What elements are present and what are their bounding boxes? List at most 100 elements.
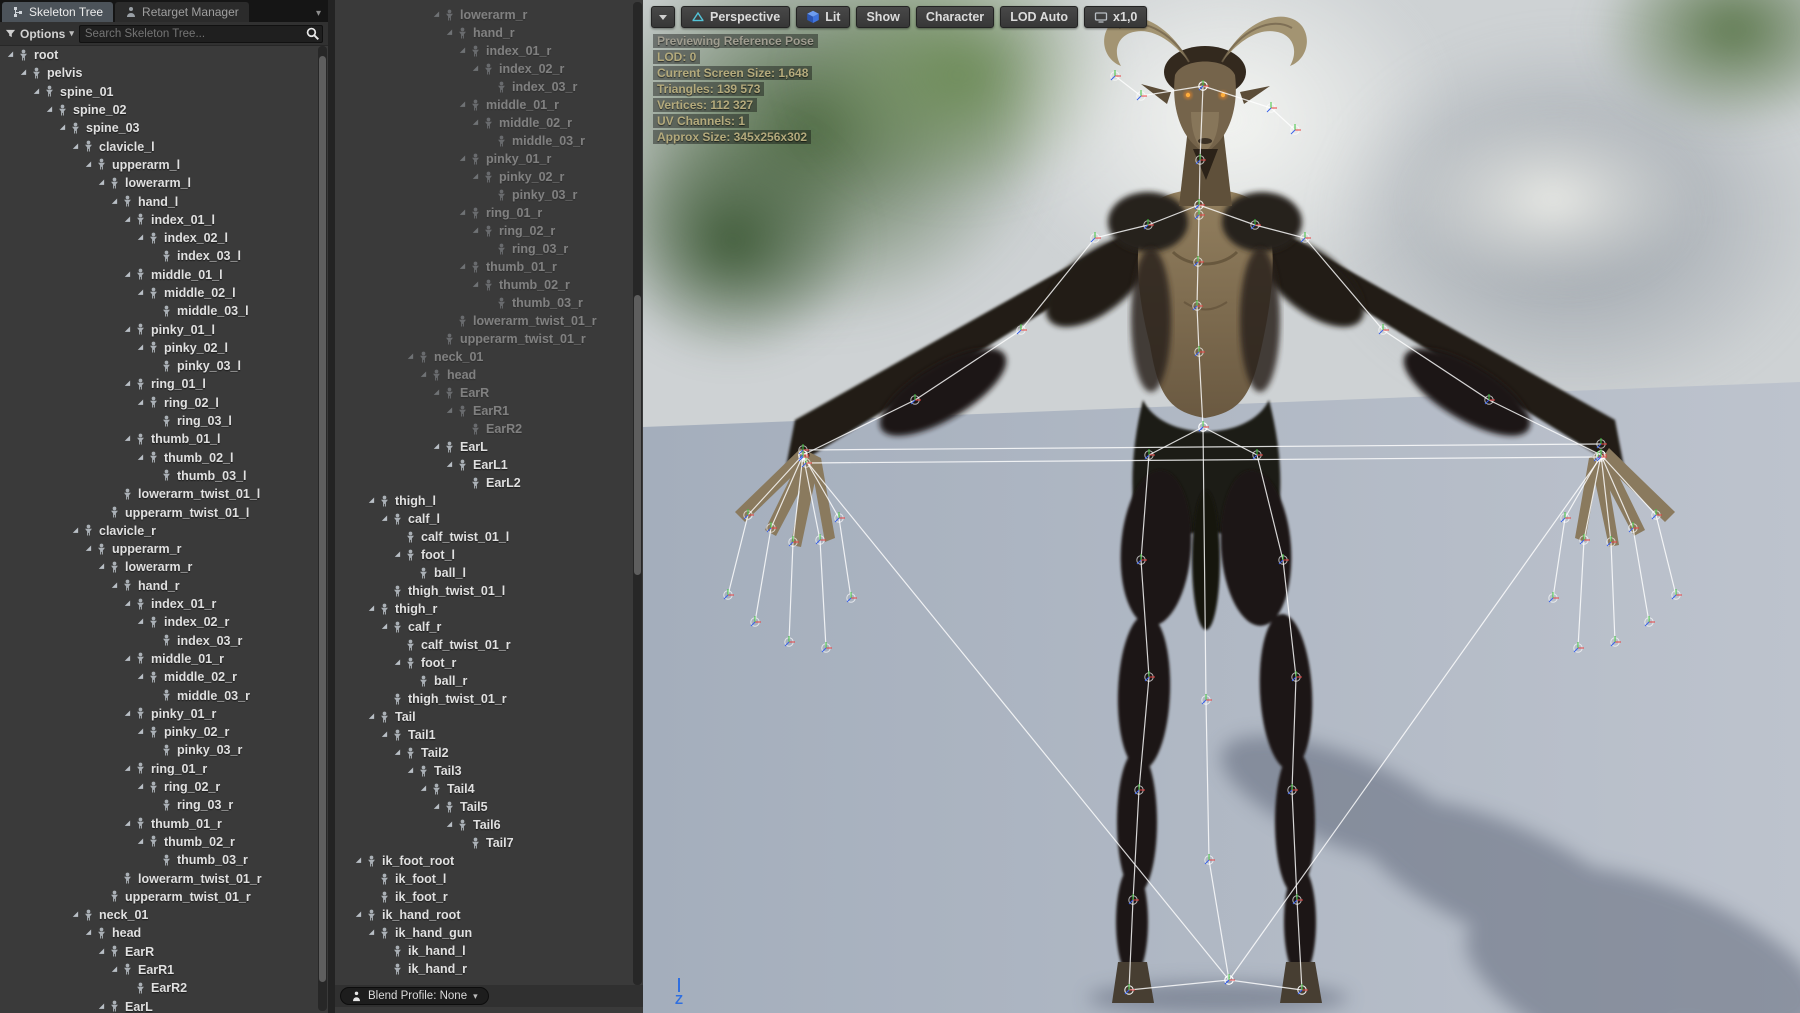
tree-item-ik_foot_r[interactable]: ik_foot_r <box>335 888 632 906</box>
expander-icon[interactable]: ◢ <box>456 100 469 108</box>
tree-item-hand_r[interactable]: ◢hand_r <box>0 577 317 595</box>
tree-item-index_03_r[interactable]: index_03_r <box>335 78 632 96</box>
expander-icon[interactable]: ◢ <box>443 406 456 414</box>
expander-icon[interactable]: ◢ <box>30 87 43 95</box>
tree-item-index_03_r[interactable]: index_03_r <box>0 632 317 650</box>
expander-icon[interactable]: ◢ <box>134 672 147 680</box>
expander-icon[interactable]: ◢ <box>352 856 365 864</box>
tree-item-index_02_r[interactable]: ◢index_02_r <box>335 60 632 78</box>
expander-icon[interactable]: ◢ <box>469 226 482 234</box>
expander-icon[interactable]: ◢ <box>378 622 391 630</box>
tree-item-index_01_r[interactable]: ◢index_01_r <box>0 595 317 613</box>
tree-item-thigh_r[interactable]: ◢thigh_r <box>335 600 632 618</box>
tree-item-ring_03_l[interactable]: ring_03_l <box>0 412 317 430</box>
viewport-x1-0-button[interactable]: x1,0 <box>1084 6 1147 28</box>
tree-item-thigh_twist_01_l[interactable]: thigh_twist_01_l <box>335 582 632 600</box>
expander-icon[interactable]: ◢ <box>417 370 430 378</box>
tree-item-pinky_01_r[interactable]: ◢pinky_01_r <box>0 705 317 723</box>
expander-icon[interactable]: ◢ <box>134 288 147 296</box>
tree-item-ik_hand_r[interactable]: ik_hand_r <box>335 960 632 978</box>
tree-item-index_01_l[interactable]: ◢index_01_l <box>0 211 317 229</box>
tree-item-spine_01[interactable]: ◢spine_01 <box>0 83 317 101</box>
tree-item-thigh_twist_01_r[interactable]: thigh_twist_01_r <box>335 690 632 708</box>
tree-item-thumb_01_r[interactable]: ◢thumb_01_r <box>0 814 317 832</box>
tree-item-middle_03_r[interactable]: middle_03_r <box>0 686 317 704</box>
tree-item-ik_hand_l[interactable]: ik_hand_l <box>335 942 632 960</box>
tree-item-neck_01[interactable]: ◢neck_01 <box>335 348 632 366</box>
expander-icon[interactable]: ◢ <box>108 197 121 205</box>
expander-icon[interactable]: ◢ <box>69 910 82 918</box>
tree-item-Tail1[interactable]: ◢Tail1 <box>335 726 632 744</box>
tree-item-Tail4[interactable]: ◢Tail4 <box>335 780 632 798</box>
tree-item-pinky_03_r[interactable]: pinky_03_r <box>0 741 317 759</box>
tree-item-thumb_03_r[interactable]: thumb_03_r <box>0 851 317 869</box>
tree-item-thumb_03_r[interactable]: thumb_03_r <box>335 294 632 312</box>
tab-retarget-manager[interactable]: Retarget Manager <box>115 2 249 22</box>
viewport-lod-auto-button[interactable]: LOD Auto <box>1000 6 1078 28</box>
tree-item-EarR[interactable]: ◢EarR <box>335 384 632 402</box>
tree-item-clavicle_l[interactable]: ◢clavicle_l <box>0 137 317 155</box>
expander-icon[interactable]: ◢ <box>134 727 147 735</box>
tree-item-upperarm_twist_01_r[interactable]: upperarm_twist_01_r <box>0 888 317 906</box>
tree-item-clavicle_r[interactable]: ◢clavicle_r <box>0 522 317 540</box>
tree-item-hand_r[interactable]: ◢hand_r <box>335 24 632 42</box>
scrollbar[interactable] <box>318 46 327 1011</box>
tree-item-middle_01_r[interactable]: ◢middle_01_r <box>335 96 632 114</box>
expander-icon[interactable]: ◢ <box>417 784 430 792</box>
tree-item-EarL[interactable]: ◢EarL <box>0 997 317 1013</box>
tree-item-ring_01_r[interactable]: ◢ring_01_r <box>0 760 317 778</box>
blend-profile-button[interactable]: Blend Profile: None ▾ <box>340 987 489 1005</box>
tree-item-pinky_02_l[interactable]: ◢pinky_02_l <box>0 339 317 357</box>
tree-item-pinky_01_r[interactable]: ◢pinky_01_r <box>335 150 632 168</box>
tree-item-thumb_02_r[interactable]: ◢thumb_02_r <box>335 276 632 294</box>
tree-item-ring_03_r[interactable]: ring_03_r <box>335 240 632 258</box>
expander-icon[interactable]: ◢ <box>121 709 134 717</box>
tree-item-middle_03_r[interactable]: middle_03_r <box>335 132 632 150</box>
expander-icon[interactable]: ◢ <box>469 118 482 126</box>
expander-icon[interactable]: ◢ <box>469 172 482 180</box>
tree-item-pinky_03_l[interactable]: pinky_03_l <box>0 357 317 375</box>
expander-icon[interactable]: ◢ <box>430 802 443 810</box>
viewport-show-button[interactable]: Show <box>856 6 909 28</box>
tree-item-spine_02[interactable]: ◢spine_02 <box>0 101 317 119</box>
tree-item-thumb_01_l[interactable]: ◢thumb_01_l <box>0 430 317 448</box>
tree-item-ring_02_l[interactable]: ◢ring_02_l <box>0 394 317 412</box>
tree-item-lowerarm_l[interactable]: ◢lowerarm_l <box>0 174 317 192</box>
tree-item-foot_l[interactable]: ◢foot_l <box>335 546 632 564</box>
viewport-character-button[interactable]: Character <box>916 6 994 28</box>
expander-icon[interactable]: ◢ <box>121 325 134 333</box>
viewport-menu-button[interactable] <box>651 6 675 28</box>
tree-item-middle_02_r[interactable]: ◢middle_02_r <box>0 668 317 686</box>
tree-item-ball_l[interactable]: ball_l <box>335 564 632 582</box>
tree-item-foot_r[interactable]: ◢foot_r <box>335 654 632 672</box>
expander-icon[interactable]: ◢ <box>404 766 417 774</box>
tree-item-pinky_02_r[interactable]: ◢pinky_02_r <box>0 723 317 741</box>
tree-item-middle_01_r[interactable]: ◢middle_01_r <box>0 650 317 668</box>
tree-item-middle_01_l[interactable]: ◢middle_01_l <box>0 266 317 284</box>
expander-icon[interactable]: ◢ <box>430 442 443 450</box>
expander-icon[interactable]: ◢ <box>456 154 469 162</box>
tree-item-EarL[interactable]: ◢EarL <box>335 438 632 456</box>
expander-icon[interactable]: ◢ <box>134 343 147 351</box>
expander-icon[interactable]: ◢ <box>443 820 456 828</box>
tree-item-middle_02_l[interactable]: ◢middle_02_l <box>0 284 317 302</box>
tree-item-hand_l[interactable]: ◢hand_l <box>0 192 317 210</box>
tree-item-upperarm_twist_01_l[interactable]: upperarm_twist_01_l <box>0 503 317 521</box>
expander-icon[interactable]: ◢ <box>134 398 147 406</box>
tree-item-middle_02_r[interactable]: ◢middle_02_r <box>335 114 632 132</box>
expander-icon[interactable]: ◢ <box>443 28 456 36</box>
expander-icon[interactable]: ◢ <box>17 68 30 76</box>
expander-icon[interactable]: ◢ <box>391 658 404 666</box>
expander-icon[interactable]: ◢ <box>134 617 147 625</box>
expander-icon[interactable]: ◢ <box>82 544 95 552</box>
tree-item-thumb_02_r[interactable]: ◢thumb_02_r <box>0 833 317 851</box>
expander-icon[interactable]: ◢ <box>69 526 82 534</box>
expander-icon[interactable]: ◢ <box>391 748 404 756</box>
expander-icon[interactable]: ◢ <box>134 233 147 241</box>
tree-item-thumb_03_l[interactable]: thumb_03_l <box>0 467 317 485</box>
tree-item-calf_r[interactable]: ◢calf_r <box>335 618 632 636</box>
tree-item-ring_02_r[interactable]: ◢ring_02_r <box>0 778 317 796</box>
tree-item-upperarm_r[interactable]: ◢upperarm_r <box>0 540 317 558</box>
tab-skeleton-tree[interactable]: Skeleton Tree <box>2 2 113 22</box>
expander-icon[interactable]: ◢ <box>134 782 147 790</box>
